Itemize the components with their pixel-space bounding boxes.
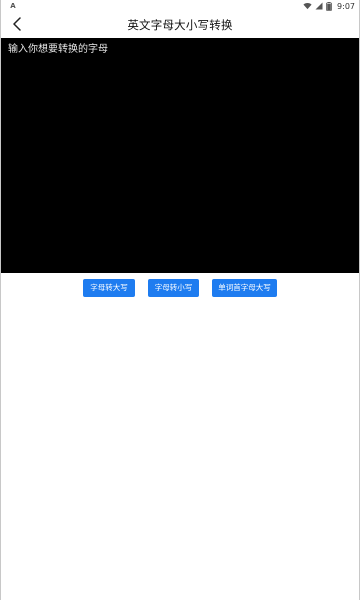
chevron-left-icon bbox=[12, 16, 22, 35]
notification-a-icon: A bbox=[10, 2, 16, 10]
battery-icon bbox=[326, 1, 332, 11]
status-time: 9:07 bbox=[337, 1, 355, 11]
to-lowercase-button[interactable]: 字母转小写 bbox=[147, 279, 200, 297]
letters-input[interactable] bbox=[1, 38, 359, 273]
capitalize-words-button[interactable]: 单词首字母大写 bbox=[212, 279, 277, 297]
status-left: A bbox=[9, 2, 17, 10]
wifi-icon bbox=[303, 2, 312, 10]
title-bar: 英文字母大小写转换 bbox=[1, 12, 359, 38]
signal-icon bbox=[315, 2, 323, 10]
action-buttons: 字母转大写 字母转小写 单词首字母大写 bbox=[1, 279, 359, 297]
status-bar: A 9:07 bbox=[1, 0, 359, 12]
page-title: 英文字母大小写转换 bbox=[127, 18, 233, 32]
to-uppercase-button[interactable]: 字母转大写 bbox=[83, 279, 135, 297]
status-right: 9:07 bbox=[303, 1, 355, 11]
app-screen: A 9:07 英文字母大小写转换 输入你想要转换的字母 字母转大写 字母转小写 … bbox=[0, 0, 360, 600]
back-button[interactable] bbox=[7, 15, 27, 35]
